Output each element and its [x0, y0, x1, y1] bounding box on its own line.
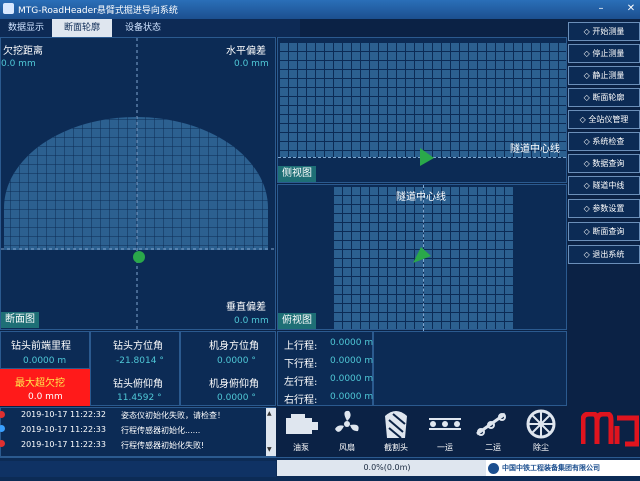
vertical-deviation-label: 垂直偏差 [226, 302, 266, 313]
data-query-button[interactable]: ◇ 数据查询 [568, 154, 640, 173]
head-azimuth-label: 钻头方位角 [113, 341, 163, 352]
max-overcut-value: 0.0 mm [28, 392, 63, 402]
body-azimuth-value: 0.0000 ° [217, 356, 256, 366]
side-view-tag: 侧视图 [278, 166, 316, 182]
left-travel-value: 0.0000 m [330, 374, 374, 384]
conveyor-one-icon [429, 418, 461, 430]
tab-device-status[interactable]: 设备状态 [112, 19, 174, 37]
log-time: 2019-10-17 11:22:33 [21, 440, 106, 449]
body-angle-cell: 机身方位角 0.0000 ° 机身俯仰角 0.0000 ° [180, 331, 276, 406]
status-left [0, 461, 276, 477]
top-centerline-label: 隧道中心线 [396, 192, 446, 203]
section-query-button[interactable]: ◇ 断面查询 [568, 222, 640, 241]
log-message: 行程传感器初始化...... [121, 426, 201, 435]
section-view-panel: 欠挖距离 0.0 mm 水平偏差 0.0 mm 垂直偏差 0.0 mm 断面图 [0, 37, 277, 331]
underbreak-value: 0.0 mm [1, 59, 36, 69]
log-time: 2019-10-17 11:22:32 [21, 410, 106, 419]
info-icon [0, 425, 5, 432]
conveyor-two-label: 二运 [485, 443, 501, 452]
max-overcut-cell: 最大超欠挖 0.0 mm [0, 369, 90, 406]
app-icon [3, 3, 14, 14]
top-view-panel: 隧道中心线 俯视图 [277, 184, 567, 331]
company-name: 中国中铁工程装备集团有限公司 [502, 464, 600, 472]
side-view-panel: 隧道中心线 侧视图 [277, 37, 567, 183]
company-emblem-icon [488, 463, 499, 474]
log-message: 姿态仪初始化失败，请检查！ [121, 411, 225, 420]
status-bar: 0.0%(0.0m) 中国中铁工程装备集团有限公司 [0, 457, 640, 481]
static-measure-button[interactable]: ◇ 静止测量 [568, 66, 640, 85]
conveyor-one-label: 一运 [437, 443, 453, 452]
error-icon [0, 411, 5, 418]
head-angle-cell: 钻头方位角 -21.8014 ° 钻头俯仰角 11.4592 ° [90, 331, 180, 406]
exit-system-button[interactable]: ◇ 退出系统 [568, 245, 640, 264]
right-travel-label: 右行程: [284, 395, 318, 406]
front-mileage-value: 0.0000 m [23, 356, 67, 366]
dust-removal-icon [526, 409, 556, 439]
down-travel-value: 0.0000 m [330, 356, 374, 366]
right-travel-value: 0.0000 m [330, 392, 374, 402]
tunnel-section-shape [4, 117, 268, 250]
oil-pump-icon [286, 414, 318, 434]
top-heading-arrow [413, 247, 431, 263]
log-time: 2019-10-17 11:22:33 [21, 425, 106, 434]
cutter-head-icon [385, 411, 407, 439]
scroll-down-icon[interactable]: ▼ [267, 446, 272, 453]
conveyor-two-icon [476, 412, 506, 436]
fan-label: 风扇 [339, 443, 355, 452]
front-mileage-cell: 钻头前端里程 0.0000 m [0, 331, 90, 369]
stop-measure-button[interactable]: ◇ 停止测量 [568, 44, 640, 63]
down-travel-label: 下行程: [284, 359, 318, 370]
title-bar: MTG-RoadHeader悬臂式掘进导向系统 – ✕ [0, 0, 640, 19]
cutter-head-marker [133, 251, 145, 263]
section-profile-graphic [1, 38, 277, 331]
top-view-tag: 俯视图 [278, 313, 316, 329]
body-pitch-value: 0.0000 ° [217, 393, 256, 403]
error-icon [0, 440, 5, 447]
cutter-head-label: 截割头 [384, 443, 408, 452]
progress-text: 0.0%(0.0m) [277, 460, 497, 476]
message-log: 2019-10-17 11:22:32 姿态仪初始化失败，请检查！ 2019-1… [0, 407, 276, 457]
side-heading-arrow [420, 148, 434, 166]
horizontal-deviation-label: 水平偏差 [226, 46, 266, 57]
tab-section-profile[interactable]: 断面轮廓 [52, 19, 112, 37]
body-pitch-label: 机身俯仰角 [209, 379, 259, 390]
section-profile-button[interactable]: ◇ 断面轮廓 [568, 88, 640, 107]
system-check-button[interactable]: ◇ 系统检查 [568, 132, 640, 151]
left-travel-label: 左行程: [284, 377, 318, 388]
start-measure-button[interactable]: ◇ 开始测量 [568, 22, 640, 41]
device-status-bar: 油泵 风扇 截割头 一运 二运 除尘 [277, 407, 567, 457]
window-title: MTG-RoadHeader悬臂式掘进导向系统 [18, 6, 178, 16]
dust-removal-label: 除尘 [533, 443, 549, 452]
company-banner: 中国中铁工程装备集团有限公司 [486, 460, 640, 476]
close-icon[interactable]: ✕ [624, 2, 638, 16]
oil-pump-label: 油泵 [293, 443, 309, 452]
tab-data-display[interactable]: 数据显示 [0, 19, 52, 37]
front-mileage-label: 钻头前端里程 [11, 341, 71, 352]
scroll-up-icon[interactable]: ▲ [267, 410, 272, 417]
log-message: 行程传感器初始化失败! [121, 441, 205, 450]
logo-area [567, 407, 640, 457]
underbreak-label: 欠挖距离 [3, 46, 43, 57]
side-centerline-label: 隧道中心线 [510, 144, 560, 155]
fan-icon [335, 410, 359, 432]
company-logo-icon [581, 412, 639, 447]
parameter-settings-button[interactable]: ◇ 参数设置 [568, 199, 640, 218]
up-travel-value: 0.0000 m [330, 338, 374, 348]
head-pitch-value: 11.4592 ° [117, 393, 162, 403]
log-scrollbar[interactable]: ▲ ▼ [266, 408, 276, 456]
body-azimuth-label: 机身方位角 [209, 341, 259, 352]
section-view-tag: 断面图 [1, 312, 39, 328]
travel-panel: 上行程: 0.0000 m 下行程: 0.0000 m 左行程: 0.0000 … [277, 331, 373, 406]
head-azimuth-value: -21.8014 ° [116, 356, 164, 366]
up-travel-label: 上行程: [284, 341, 318, 352]
horizontal-deviation-value: 0.0 mm [234, 59, 269, 69]
minimize-icon[interactable]: – [594, 2, 608, 16]
total-station-button[interactable]: ◇ 全站仪管理 [568, 110, 640, 129]
vertical-deviation-value: 0.0 mm [234, 316, 269, 326]
max-overcut-label: 最大超欠挖 [15, 378, 65, 389]
blank-info-panel [373, 331, 567, 406]
head-pitch-label: 钻头俯仰角 [113, 379, 163, 390]
tunnel-centerline-button[interactable]: ◇ 隧道中线 [568, 176, 640, 195]
